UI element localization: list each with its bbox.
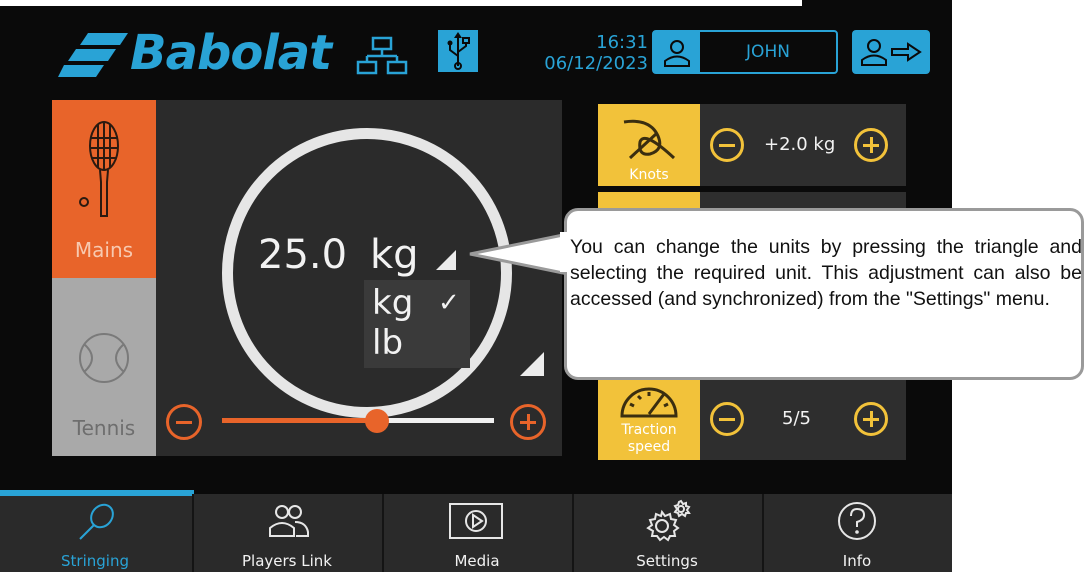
speedometer-icon [620, 387, 678, 418]
nav-media-label: Media [454, 552, 500, 570]
corner-triangle[interactable] [520, 352, 544, 376]
nav-info[interactable]: Info [762, 494, 952, 572]
date: 06/12/2023 [544, 53, 648, 74]
unit-dropdown-triangle[interactable] [436, 250, 456, 270]
tab-tennis[interactable]: Tennis [52, 278, 156, 456]
unit-dropdown: kg ✓ lb [364, 280, 470, 368]
knot-icon [623, 119, 676, 160]
knots-value: +2.0 kg [764, 134, 836, 155]
slider-track-filled [222, 418, 378, 423]
gears-icon [646, 499, 691, 542]
babolat-stripes-icon [58, 33, 128, 77]
nav-stringing[interactable]: Stringing [0, 494, 190, 572]
nav-players-link[interactable]: Players Link [192, 494, 382, 572]
question-icon [838, 502, 876, 540]
traction-speed-tile[interactable]: Traction speed [598, 378, 700, 460]
tab-tennis-label: Tennis [72, 416, 136, 440]
tension-value: 25.0 [258, 232, 348, 278]
nav-info-label: Info [842, 552, 872, 570]
user-name: JOHN [746, 42, 790, 62]
usb-icon[interactable] [438, 30, 478, 72]
time: 16:31 [596, 32, 648, 53]
clock: 16:31 06/12/2023 [508, 32, 648, 74]
user-icon [654, 32, 700, 72]
play-icon [449, 503, 503, 539]
nav-media[interactable]: Media [382, 494, 572, 572]
tennis-ball-icon [79, 333, 129, 383]
knots-minus-button[interactable] [710, 128, 744, 162]
traction-minus-button[interactable] [710, 402, 744, 436]
players-icon [269, 505, 309, 537]
babolat-logo: Babolat [58, 22, 332, 84]
knots-plus-button[interactable] [854, 128, 888, 162]
network-icon[interactable] [356, 36, 408, 76]
brand-name: Babolat [130, 25, 332, 81]
tension-unit: kg [370, 232, 419, 278]
logout-icon [861, 39, 922, 66]
nav-players-link-label: Players Link [242, 552, 332, 570]
logout-button[interactable] [852, 30, 930, 74]
racket-icon [79, 121, 119, 217]
tension-minus-button[interactable] [166, 404, 202, 440]
top-strip [0, 0, 952, 6]
tab-mains-label: Mains [74, 238, 134, 262]
nav-settings[interactable]: Settings [572, 494, 762, 572]
unit-option-kg[interactable]: kg [372, 284, 413, 322]
slider-track-empty [377, 418, 494, 423]
nav-stringing-label: Stringing [61, 552, 129, 570]
user-selector[interactable]: JOHN [652, 30, 838, 74]
traction-plus-button[interactable] [854, 402, 888, 436]
nav-settings-label: Settings [636, 552, 698, 570]
check-icon: ✓ [438, 288, 460, 318]
racket-outline-icon [79, 503, 114, 540]
traction-speed-value: 5/5 [782, 408, 811, 429]
tab-mains[interactable]: Mains [52, 100, 156, 278]
callout-text: You can change the units by pressing the… [570, 236, 1082, 310]
unit-option-lb[interactable]: lb [372, 324, 403, 362]
callout-pointer [469, 232, 570, 276]
knots-tile[interactable]: Knots [598, 104, 700, 186]
tension-plus-button[interactable] [510, 404, 546, 440]
knots-row: Knots +2.0 kg [598, 104, 906, 186]
tension-slider-knob[interactable] [365, 409, 390, 433]
knots-label: Knots [629, 167, 669, 183]
traction-speed-label: Traction speed [621, 422, 677, 455]
traction-speed-row: Traction speed 5/5 [598, 378, 906, 460]
